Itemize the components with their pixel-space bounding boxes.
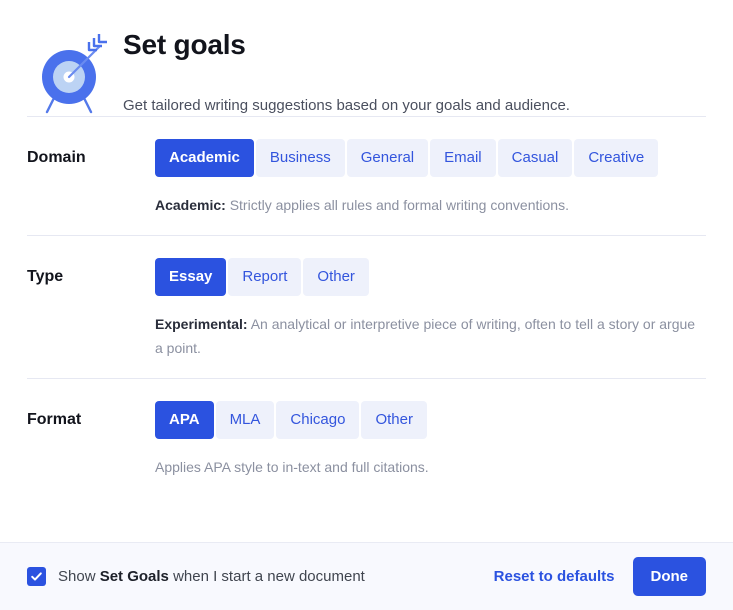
- format-option-mla[interactable]: MLA: [215, 401, 275, 439]
- type-option-report[interactable]: Report: [228, 258, 302, 296]
- settings-list: Domain Academic Business General Email C…: [0, 117, 733, 542]
- checkbox-label-strong: Set Goals: [99, 568, 169, 585]
- format-option-group: APA MLA Chicago Other: [155, 401, 706, 439]
- domain-option-email[interactable]: Email: [430, 139, 496, 177]
- show-set-goals-label[interactable]: Show Set Goals when I start a new docume…: [58, 567, 365, 586]
- type-option-other[interactable]: Other: [303, 258, 369, 296]
- setting-body-format: APA MLA Chicago Other Applies APA style …: [155, 401, 706, 479]
- setting-row-type: Type Essay Report Other Experimental: An…: [0, 236, 733, 378]
- checkmark-icon: [31, 572, 42, 581]
- setting-label-format: Format: [27, 411, 82, 428]
- format-option-apa[interactable]: APA: [155, 401, 214, 439]
- format-option-chicago[interactable]: Chicago: [276, 401, 360, 439]
- domain-option-group: Academic Business General Email Casual C…: [155, 139, 706, 177]
- footer-left: Show Set Goals when I start a new docume…: [27, 567, 490, 586]
- checkbox-label-suffix: when I start a new document: [168, 568, 365, 585]
- domain-option-casual[interactable]: Casual: [497, 139, 573, 177]
- domain-option-business[interactable]: Business: [255, 139, 345, 177]
- set-goals-dialog: Set goals Get tailored writing suggestio…: [0, 0, 733, 610]
- domain-description-term: Academic:: [155, 197, 226, 213]
- domain-description: Academic: Strictly applies all rules and…: [155, 177, 706, 217]
- footer-actions: Reset to defaults Done: [490, 557, 706, 596]
- setting-body-type: Essay Report Other Experimental: An anal…: [155, 258, 706, 360]
- reset-to-defaults-button[interactable]: Reset to defaults: [490, 562, 619, 591]
- type-option-essay[interactable]: Essay: [155, 258, 227, 296]
- checkbox-label-prefix: Show: [58, 568, 100, 585]
- domain-option-academic[interactable]: Academic: [155, 139, 254, 177]
- done-button[interactable]: Done: [632, 557, 706, 596]
- setting-row-domain: Domain Academic Business General Email C…: [0, 117, 733, 235]
- dialog-header: Set goals Get tailored writing suggestio…: [0, 0, 733, 116]
- show-set-goals-checkbox[interactable]: [27, 567, 46, 586]
- setting-body-domain: Academic Business General Email Casual C…: [155, 139, 706, 217]
- setting-label-domain: Domain: [27, 149, 86, 166]
- format-description-text: Applies APA style to in-text and full ci…: [155, 459, 429, 475]
- type-option-group: Essay Report Other: [155, 258, 706, 296]
- page-subtitle: Get tailored writing suggestions based o…: [123, 97, 570, 114]
- format-option-other[interactable]: Other: [361, 401, 427, 439]
- header-text-block: Set goals Get tailored writing suggestio…: [123, 26, 706, 116]
- setting-row-format: Format APA MLA Chicago Other Applies APA…: [0, 379, 733, 497]
- type-description: Experimental: An analytical or interpret…: [155, 296, 706, 360]
- dialog-footer: Show Set Goals when I start a new docume…: [0, 543, 733, 610]
- target-arrow-icon: [27, 26, 123, 116]
- domain-option-creative[interactable]: Creative: [574, 139, 659, 177]
- format-description: Applies APA style to in-text and full ci…: [155, 439, 706, 479]
- type-description-term: Experimental:: [155, 316, 248, 332]
- domain-description-text: Strictly applies all rules and formal wr…: [225, 197, 569, 213]
- setting-label-type: Type: [27, 268, 64, 285]
- page-title: Set goals: [123, 29, 246, 60]
- domain-option-general[interactable]: General: [346, 139, 429, 177]
